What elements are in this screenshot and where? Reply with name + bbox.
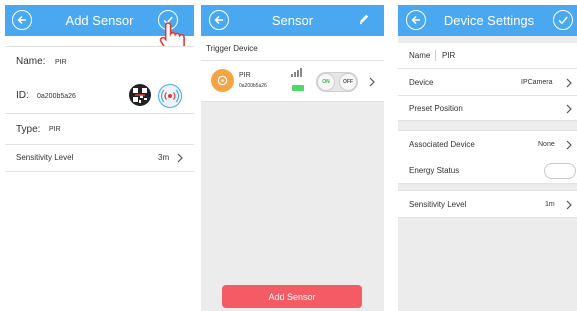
name-row: Name PIR [398,43,577,69]
toggle-off-knob[interactable]: OFF [339,73,357,91]
chevron-right-icon [566,78,572,88]
edit-pencil-icon[interactable] [358,13,370,25]
sensitivity-label: Sensitivity Level [409,200,467,209]
checkmark-icon [558,16,568,25]
sensitivity-row[interactable]: Sensitivity Level 1m [398,190,577,218]
chevron-right-icon [566,104,572,114]
sensitivity-row[interactable]: Sensitivity Level 3m [5,145,194,172]
battery-icon [292,85,304,91]
name-value: PIR [442,51,456,60]
signal-strength-icon [291,68,302,77]
chevron-right-icon [566,200,572,210]
chevron-right-icon [177,153,183,163]
rf-signal-icon[interactable] [158,84,182,108]
id-row: ID: 0a200b5a26 [5,77,194,114]
name-divider [435,50,436,61]
type-row: Type: PIR [5,114,194,145]
type-value: PIR [49,126,61,133]
sensitivity-label: Sensitivity Level [16,153,74,162]
page-title: Sensor [271,13,314,28]
on-off-toggle[interactable]: ON OFF [316,72,358,92]
section-header: Trigger Device [201,36,384,61]
associated-device-row[interactable]: Associated Device None [398,130,577,158]
energy-status-row: Energy Status [398,157,577,184]
sensor-screen: Sensor Trigger Device PIR 0a200b5a26 ON … [201,5,384,311]
name-label: Name [409,51,431,60]
associated-value: None [538,141,555,148]
preset-label: Preset Position [409,104,463,113]
confirm-button[interactable] [553,10,573,30]
device-row[interactable]: Device IPCamera [398,69,577,96]
add-sensor-button[interactable]: Add Sensor [222,285,362,308]
chevron-right-icon [369,77,375,87]
energy-label: Energy Status [409,166,460,175]
preset-position-row[interactable]: Preset Position [398,96,577,121]
qr-scan-icon[interactable] [129,84,151,106]
device-settings-screen: Device Settings Name PIR Device IPCamera… [398,5,577,311]
id-label: ID: [16,90,29,101]
toggle-on-knob[interactable]: ON [317,73,335,91]
name-value: PIR [55,59,67,66]
sensitivity-value: 1m [545,201,555,208]
page-title: Device Settings [443,13,535,28]
sensor-header: Sensor [201,5,384,36]
device-name: PIR [239,72,251,79]
name-label: Name: [16,56,46,67]
sensitivity-value: 3m [158,153,170,162]
chevron-right-icon [566,140,572,150]
add-sensor-header: Add Sensor [5,5,194,55]
trigger-device-label: Trigger Device [206,44,258,53]
device-label: Device [409,78,434,87]
sensor-avatar-icon [211,69,234,92]
associated-label: Associated Device [409,140,475,149]
energy-toggle[interactable] [544,163,576,179]
device-id: 0a200b5a26 [239,83,267,89]
type-label: Type: [16,124,41,135]
device-settings-header: Device Settings [398,5,577,36]
trigger-device-row[interactable]: PIR 0a200b5a26 ON OFF [201,61,384,102]
device-value: IPCamera [521,79,553,86]
name-row: Name: PIR [5,46,194,78]
add-sensor-screen: Add Sensor Name: PIR ID: 0a200b5a26 Type… [5,5,194,311]
id-value: 0a200b5a26 [37,93,76,100]
